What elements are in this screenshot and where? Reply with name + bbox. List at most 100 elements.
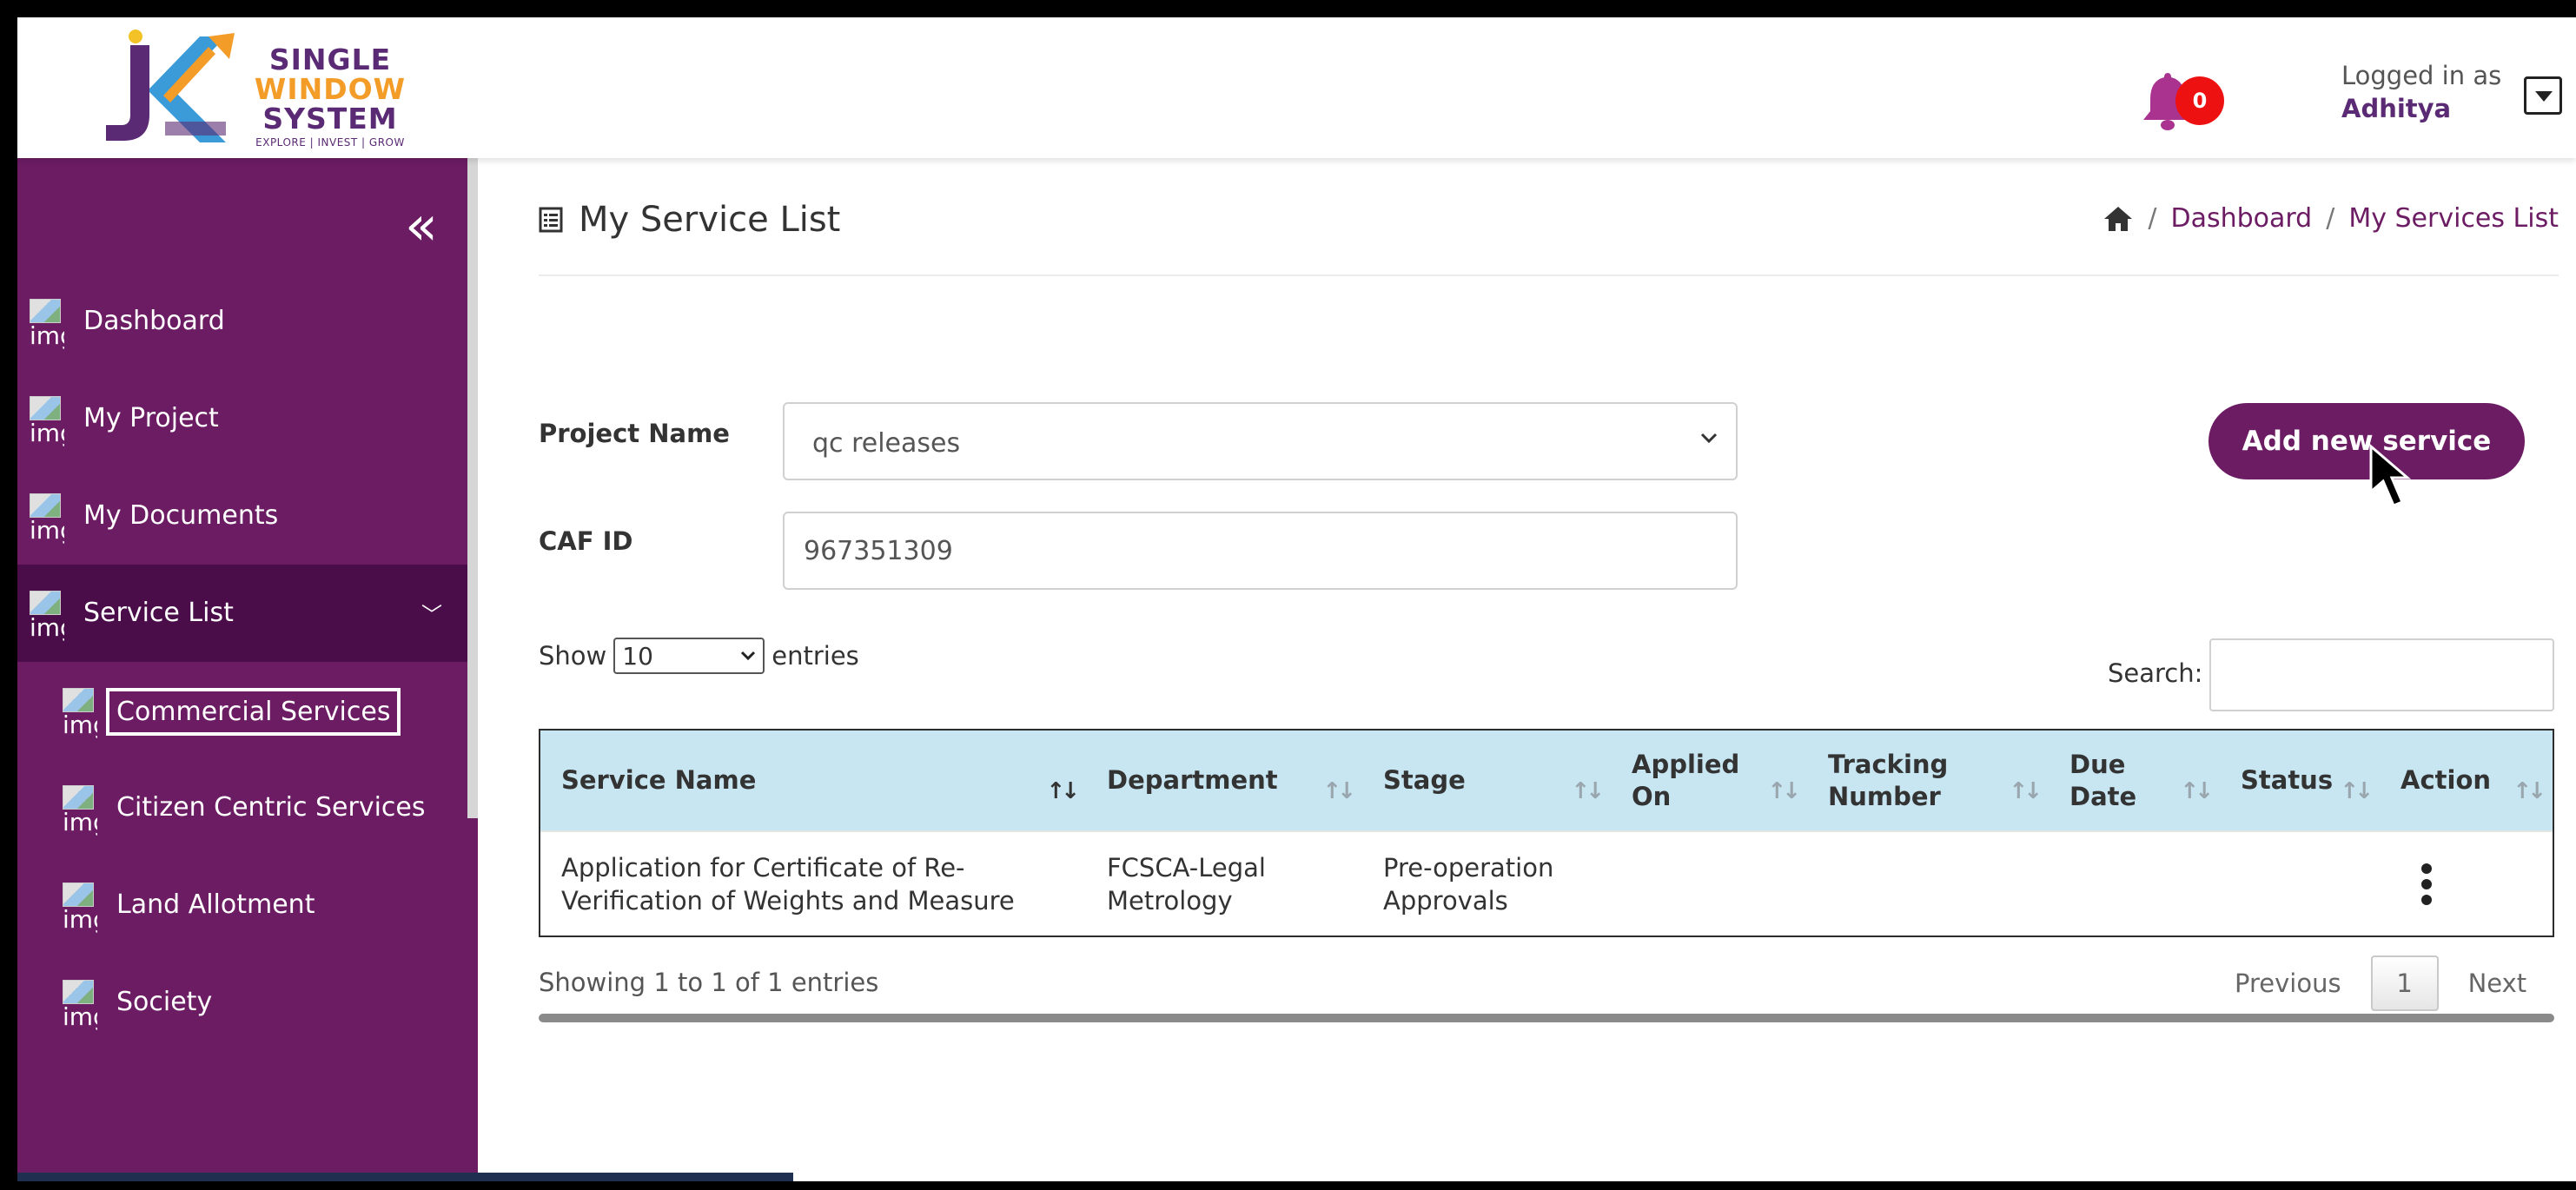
column-header-tracking-number[interactable]: Tracking Number ↑↓: [1807, 731, 2049, 831]
sidebar-item-label: Commercial Services: [106, 688, 401, 736]
mouse-cursor-icon: [2369, 443, 2412, 507]
chevron-down-icon: [741, 651, 756, 661]
page-title: My Service List: [539, 200, 840, 240]
column-header-applied-on[interactable]: Applied On ↑↓: [1611, 731, 1807, 831]
sidebar-item-my-documents[interactable]: img My Documents: [17, 467, 478, 565]
broken-image-icon: img: [63, 688, 97, 740]
breadcrumb-current: My Services List: [2348, 203, 2559, 234]
sort-icon: ↑↓: [1571, 778, 1605, 804]
breadcrumb: / Dashboard / My Services List: [2103, 203, 2559, 234]
sort-icon: ↑↓: [1322, 778, 1356, 804]
cell-applied-on: [1611, 831, 1807, 935]
sidebar-item-label: Dashboard: [83, 306, 225, 336]
add-new-service-button[interactable]: Add new service: [2208, 403, 2525, 479]
logo-line-system: SYSTEM: [262, 102, 398, 136]
sidebar-item-label: Citizen Centric Services: [116, 792, 426, 823]
project-name-label: Project Name: [539, 419, 730, 448]
cell-due-date: [2049, 831, 2220, 935]
sidebar-item-label: Land Allotment: [116, 889, 315, 920]
page-title-text: My Service List: [579, 200, 841, 240]
sidebar-item-my-project[interactable]: img My Project: [17, 370, 478, 467]
entries-per-page-value: 10: [622, 642, 653, 671]
caf-id-input[interactable]: [783, 512, 1738, 590]
cell-stage: Pre-operation Approvals: [1383, 852, 1554, 916]
user-info: Logged in as Adhitya: [2341, 59, 2501, 125]
pagination-next[interactable]: Next: [2449, 969, 2546, 998]
table-horizontal-scrollbar[interactable]: [539, 1014, 2554, 1022]
logo-line-single: SINGLE: [268, 43, 392, 76]
notifications-button[interactable]: 0: [2137, 57, 2224, 144]
cell-status: [2220, 831, 2380, 935]
logo-tagline: EXPLORE | INVEST | GROW: [255, 136, 405, 149]
title-divider: [539, 274, 2559, 276]
sort-icon: ↑↓: [2513, 778, 2546, 804]
column-header-due-date[interactable]: Due Date ↑↓: [2049, 731, 2220, 831]
broken-image-icon: img: [30, 591, 64, 643]
column-header-action[interactable]: Action ↑↓: [2380, 731, 2553, 831]
table-row: Application for Certificate of Re-Verifi…: [540, 831, 2553, 935]
pagination-page-1[interactable]: 1: [2370, 955, 2439, 1011]
column-header-service-name[interactable]: Service Name ↑↓: [540, 731, 1086, 831]
sort-icon: ↑↓: [2340, 778, 2374, 804]
column-header-status[interactable]: Status ↑↓: [2220, 731, 2380, 831]
sidebar-subitem-commercial-services[interactable]: img Commercial Services: [17, 662, 478, 759]
more-actions-icon[interactable]: [2421, 863, 2437, 905]
main-content: My Service List / Dashboard / My Service…: [539, 158, 2559, 1181]
show-label: Show: [539, 641, 607, 671]
app-window: SINGLE WINDOW SYSTEM EXPLORE | INVEST | …: [17, 17, 2576, 1181]
sort-icon: ↑↓: [2180, 778, 2214, 804]
jk-single-window-logo[interactable]: SINGLE WINDOW SYSTEM EXPLORE | INVEST | …: [96, 28, 408, 149]
cell-action: [2380, 831, 2553, 935]
user-name: Adhitya: [2341, 94, 2452, 123]
sidebar-item-label: Society: [116, 987, 213, 1017]
project-name-value: qc releases: [812, 428, 961, 459]
services-table: Service Name ↑↓ Department ↑↓ Stage ↑↓ Appl…: [539, 729, 2554, 937]
pagination-previous[interactable]: Previous: [2215, 969, 2361, 998]
sidebar-item-label: Service List: [83, 598, 234, 628]
sidebar-subitem-land-allotment[interactable]: img Land Allotment: [17, 856, 478, 954]
broken-image-icon: img: [63, 980, 97, 1032]
project-name-select[interactable]: qc releases: [783, 402, 1738, 480]
jk-logo-icon: [106, 30, 235, 142]
search-label: Search:: [2108, 658, 2203, 688]
caf-id-label: CAF ID: [539, 526, 633, 556]
entries-label: entries: [771, 641, 859, 671]
sidebar-item-dashboard[interactable]: img Dashboard: [17, 273, 478, 370]
broken-image-icon: img: [63, 785, 97, 837]
list-icon: [539, 207, 563, 233]
broken-image-icon: img: [30, 493, 64, 545]
top-header: SINGLE WINDOW SYSTEM EXPLORE | INVEST | …: [17, 17, 2576, 158]
cell-department: FCSCA-Legal Metrology: [1107, 852, 1266, 916]
breadcrumb-separator: /: [2326, 203, 2335, 234]
breadcrumb-dashboard-link[interactable]: Dashboard: [2170, 203, 2312, 234]
entries-per-page-select[interactable]: 10: [613, 638, 765, 674]
home-icon[interactable]: [2103, 205, 2134, 233]
column-header-department[interactable]: Department ↑↓: [1086, 731, 1362, 831]
collapse-sidebar-button[interactable]: «: [391, 199, 452, 254]
chevron-down-icon: [1700, 433, 1718, 444]
table-search-input[interactable]: [2209, 638, 2554, 711]
sort-icon: ↑↓: [1046, 778, 1080, 804]
sidebar-scrollbar[interactable]: [467, 158, 478, 818]
table-header-row: Service Name ↑↓ Department ↑↓ Stage ↑↓ Appl…: [540, 731, 2553, 831]
show-entries-control: Show 10 entries: [539, 638, 859, 674]
cell-service-name: Application for Certificate of Re-Verifi…: [561, 852, 1015, 916]
sort-icon: ↑↓: [1767, 778, 1801, 804]
broken-image-icon: img: [30, 299, 64, 351]
sidebar-item-label: My Documents: [83, 500, 279, 531]
logo-line-window: WINDOW: [254, 72, 407, 106]
sidebar-item-label: My Project: [83, 403, 219, 433]
sidebar-subitem-citizen-centric-services[interactable]: img Citizen Centric Services: [17, 759, 478, 856]
chevron-down-icon: ﹀: [421, 603, 442, 627]
showing-entries-info: Showing 1 to 1 of 1 entries: [539, 968, 879, 997]
logged-in-label: Logged in as: [2341, 61, 2502, 90]
pagination: Previous 1 Next: [2215, 955, 2546, 1011]
column-header-stage[interactable]: Stage ↑↓: [1362, 731, 1611, 831]
sidebar-subitem-society[interactable]: img Society: [17, 954, 478, 1051]
broken-image-icon: img: [63, 883, 97, 935]
user-menu-dropdown[interactable]: [2524, 76, 2562, 115]
breadcrumb-separator: /: [2148, 203, 2157, 234]
sidebar: « img Dashboard img My Project img My Do…: [17, 158, 478, 1181]
logo-text: SINGLE WINDOW SYSTEM EXPLORE | INVEST | …: [252, 45, 408, 149]
sidebar-item-service-list[interactable]: img Service List ﹀: [17, 565, 478, 662]
